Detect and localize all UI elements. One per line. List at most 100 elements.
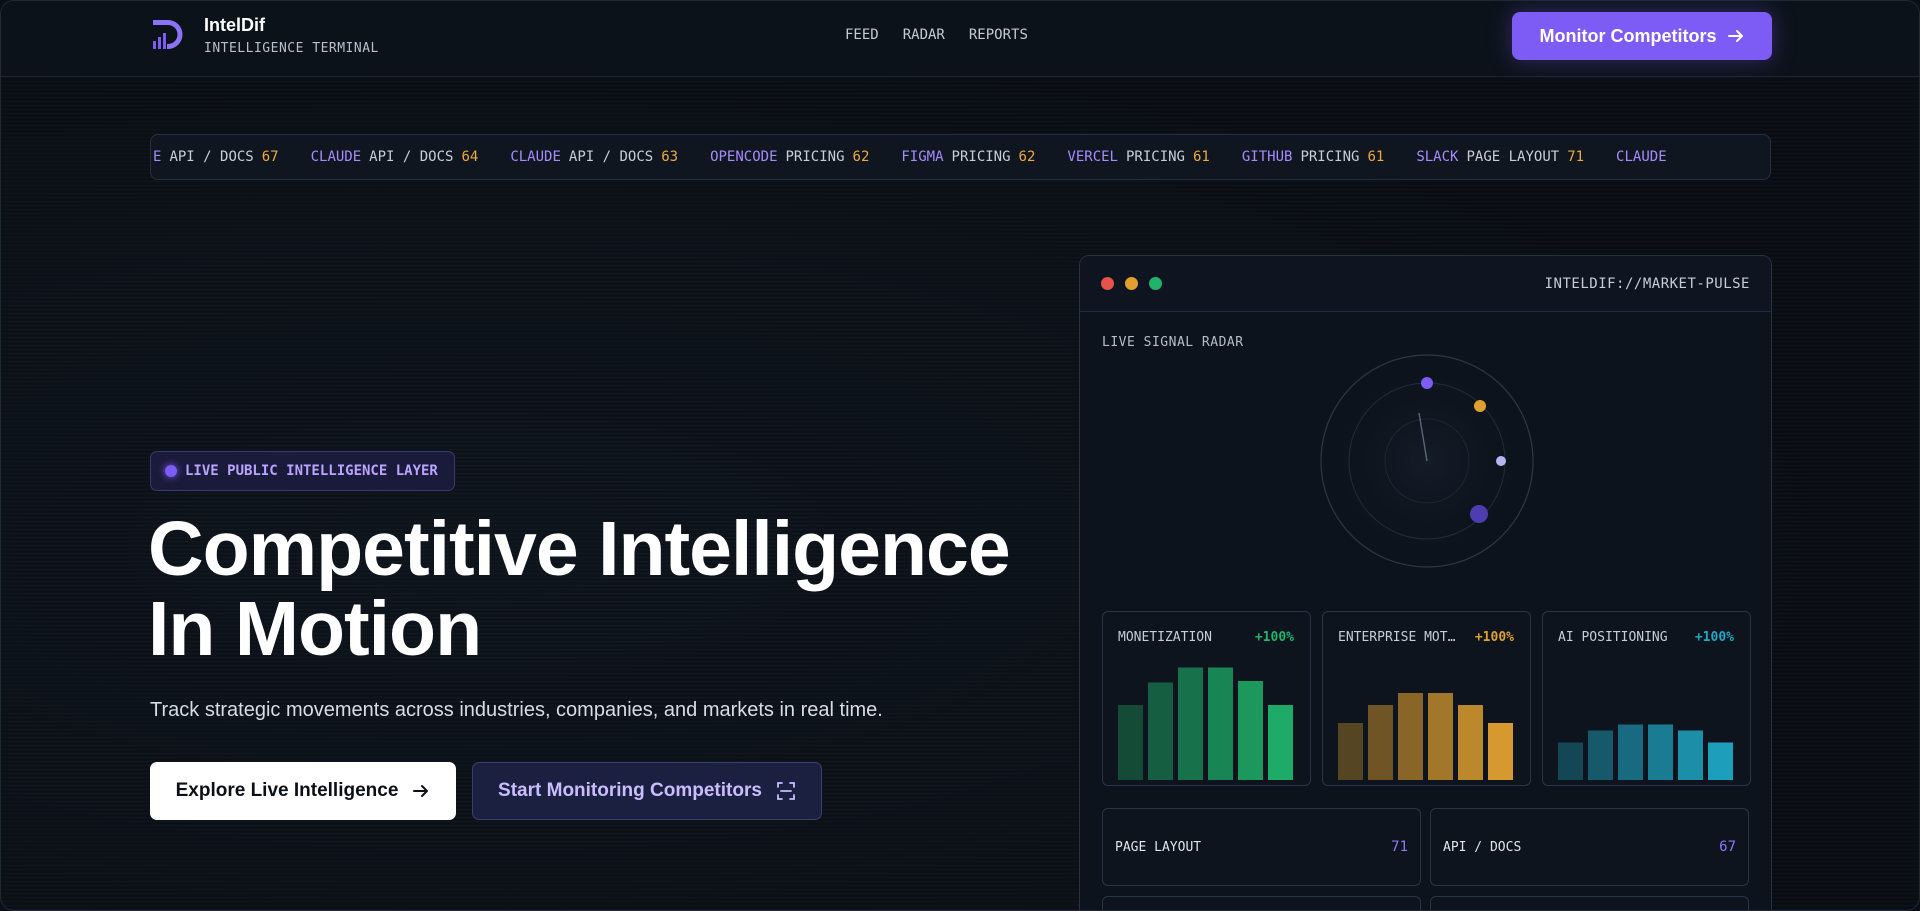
ticker-company: FIGMA (901, 149, 944, 165)
stat-name: API / DOCS (1443, 840, 1522, 855)
ticker-item[interactable]: GITHUB PRICING 61 (1242, 149, 1384, 165)
hero-subtitle: Track strategic movements across industr… (150, 699, 883, 721)
ticker-category: API / DOCS (369, 149, 454, 165)
metric-change: +100% (1474, 630, 1514, 645)
ticker-track: E API / DOCS 67 CLAUDE API / DOCS 64 CLAUDE API… (153, 149, 1715, 165)
metric-bar (1148, 682, 1173, 780)
nav-reports[interactable]: REPORTS (969, 27, 1028, 43)
scan-icon (777, 782, 795, 800)
minimize-dot-icon (1125, 277, 1138, 290)
ticker-score: 67 (261, 149, 279, 165)
badge-label: LIVE PUBLIC INTELLIGENCE LAYER (185, 463, 438, 479)
ticker-score: 63 (661, 149, 679, 165)
metric-bar (1368, 705, 1393, 780)
metric-bar (1648, 724, 1673, 780)
signal-ticker: E API / DOCS 67 CLAUDE API / DOCS 64 CLAUDE API… (150, 134, 1771, 180)
metric-bar (1558, 742, 1583, 780)
nav-feed[interactable]: FEED (845, 27, 879, 43)
stat-value: 67 (1719, 839, 1736, 855)
metric-bar-chart (1558, 724, 1733, 780)
ticker-item[interactable]: FIGMA PRICING 62 (901, 149, 1035, 165)
stat-card-partial (1102, 896, 1421, 910)
inteldif-logo-icon[interactable] (150, 17, 188, 53)
stat-card-partial (1430, 896, 1749, 910)
metric-bar (1208, 667, 1233, 780)
metric-bar (1708, 742, 1733, 780)
metric-card[interactable]: AI POSITIONING +100% (1542, 611, 1751, 786)
arrow-right-icon (413, 785, 429, 797)
ticker-company: OPENCODE (710, 149, 778, 165)
ticker-item[interactable]: VERCEL PRICING 61 (1067, 149, 1209, 165)
start-monitoring-button[interactable]: Start Monitoring Competitors (472, 762, 822, 820)
ticker-category: API / DOCS (169, 149, 254, 165)
metric-bar-chart (1338, 693, 1513, 780)
hero-title: Competitive Intelligence In Motion (148, 509, 1048, 669)
metric-bar (1588, 730, 1613, 780)
brand-subtitle: INTELLIGENCE TERMINAL (204, 41, 379, 56)
radar-signal-amber (1474, 400, 1486, 412)
stat-name: PAGE LAYOUT (1115, 840, 1202, 855)
metric-bar (1618, 724, 1643, 780)
metric-name: MONETIZATION (1118, 630, 1212, 645)
brand-name[interactable]: IntelDif (204, 15, 265, 36)
metric-card[interactable]: ENTERPRISE MOT… +100% (1322, 611, 1531, 786)
ticker-score: 62 (852, 149, 870, 165)
panel-title: INTELDIF://MARKET-PULSE (1544, 276, 1750, 292)
metric-card[interactable]: MONETIZATION +100% (1102, 611, 1311, 786)
hero-title-line2: In Motion (148, 586, 482, 672)
ticker-score: 61 (1193, 149, 1210, 165)
ticker-score: 71 (1567, 149, 1585, 165)
metric-bar (1678, 730, 1703, 780)
stat-card-api-docs[interactable]: API / DOCS 67 (1430, 808, 1749, 886)
metric-bar (1398, 693, 1423, 780)
ticker-item[interactable]: E API / DOCS 67 (153, 149, 279, 165)
explore-live-intelligence-button[interactable]: Explore Live Intelligence (150, 762, 456, 820)
metric-bar (1178, 667, 1203, 780)
stat-value: 71 (1391, 839, 1408, 855)
live-badge: LIVE PUBLIC INTELLIGENCE LAYER (150, 451, 455, 491)
main-nav: FEED RADAR REPORTS (845, 27, 1052, 43)
ticker-company: CLAUDE (510, 149, 561, 165)
ticker-item[interactable]: OPENCODE PRICING 62 (710, 149, 869, 165)
metric-bar (1488, 723, 1513, 780)
secondary-button-label: Start Monitoring Competitors (498, 780, 762, 801)
metric-bar (1458, 705, 1483, 780)
ticker-category: PAGE LAYOUT (1466, 149, 1560, 165)
ticker-company: GITHUB (1241, 149, 1293, 165)
metric-bar (1338, 723, 1363, 780)
ticker-item[interactable]: CLAUDE API / DOCS 63 (510, 149, 678, 165)
monitor-competitors-button[interactable]: Monitor Competitors (1512, 12, 1772, 60)
radar-signal-purple (1421, 377, 1433, 389)
ticker-item[interactable]: CLAUDE (1616, 149, 1683, 165)
ticker-item[interactable]: SLACK PAGE LAYOUT 71 (1416, 149, 1584, 165)
arrow-right-icon (1727, 30, 1743, 42)
ticker-category: PRICING (785, 149, 845, 165)
market-pulse-panel: INTELDIF://MARKET-PULSE LIVE SIGNAL RADA… (1079, 255, 1772, 910)
ticker-category: PRICING (951, 149, 1011, 165)
radar-label: LIVE SIGNAL RADAR (1102, 335, 1244, 350)
metric-change: +100% (1694, 630, 1734, 645)
ticker-company: VERCEL (1067, 149, 1118, 165)
live-dot-icon (165, 465, 177, 477)
ticker-company: CLAUDE (310, 149, 362, 165)
hero-title-line1: Competitive Intelligence (148, 506, 1011, 592)
metric-bar (1238, 681, 1263, 780)
ticker-category: PRICING (1300, 149, 1360, 165)
nav-radar[interactable]: RADAR (903, 27, 945, 43)
signal-radar (1320, 354, 1534, 568)
cta-label: Monitor Competitors (1539, 25, 1717, 46)
ticker-score: 62 (1018, 149, 1036, 165)
stat-card-page-layout[interactable]: PAGE LAYOUT 71 (1102, 808, 1421, 886)
ticker-company: SLACK (1416, 149, 1459, 165)
top-header: IntelDif INTELLIGENCE TERMINAL FEED RADA… (1, 1, 1919, 77)
metric-bar (1118, 705, 1143, 780)
metric-bar (1268, 705, 1293, 780)
ticker-item[interactable]: CLAUDE API / DOCS 64 (311, 149, 479, 165)
ticker-company: E (153, 149, 162, 165)
ticker-company: CLAUDE (1616, 149, 1667, 165)
primary-button-label: Explore Live Intelligence (175, 780, 399, 801)
ticker-category: API / DOCS (568, 149, 654, 165)
page-frame: IntelDif INTELLIGENCE TERMINAL FEED RADA… (0, 0, 1920, 911)
metric-change: +100% (1254, 630, 1294, 645)
panel-titlebar: INTELDIF://MARKET-PULSE (1080, 256, 1771, 312)
